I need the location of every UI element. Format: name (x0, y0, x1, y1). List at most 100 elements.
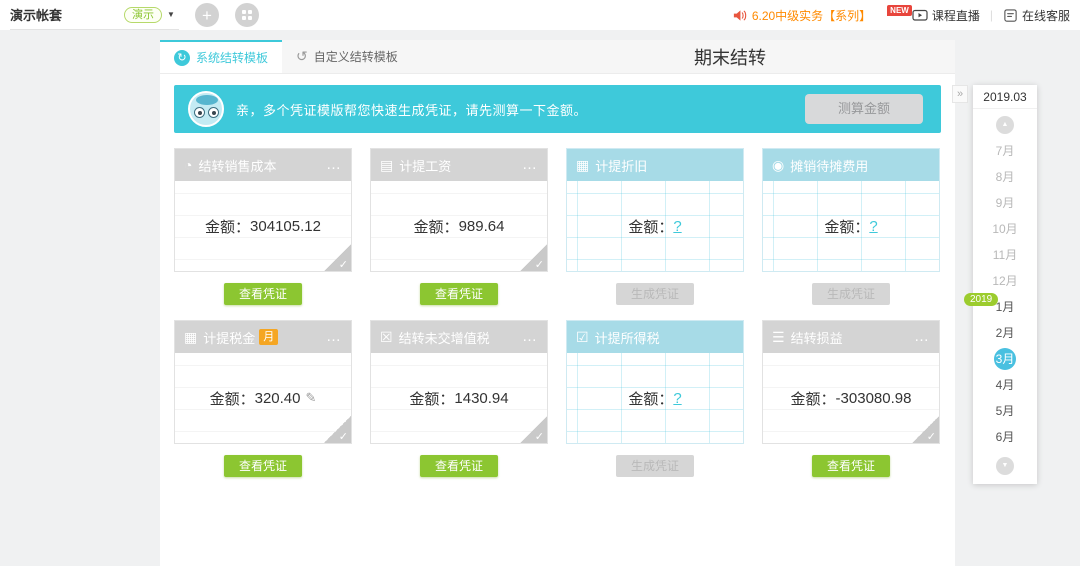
tab-system-template[interactable]: ↻ 系统结转模板 (160, 40, 282, 73)
amount-label: 金额： (628, 216, 673, 237)
online-support-link[interactable]: 在线客服 (1022, 7, 1070, 24)
month-item[interactable]: 10月 (973, 216, 1037, 242)
view-voucher-button[interactable]: 查看凭证 (420, 283, 498, 305)
card-title: 计提所得税 (595, 328, 660, 347)
card-body: 金额： 304105.12 ✓ (175, 181, 351, 271)
card-header: ◉ 摊销待摊费用 (763, 149, 939, 181)
year-badge: 2019 (964, 293, 998, 306)
amount-label: 金额： (628, 388, 673, 409)
scroll-up-button[interactable]: ▲ (996, 116, 1014, 134)
view-voucher-button[interactable]: 查看凭证 (812, 455, 890, 477)
scroll-down-button[interactable]: ▼ (996, 457, 1014, 475)
view-voucher-button[interactable]: 查看凭证 (420, 455, 498, 477)
card-header: ▦ 计提税金 月 … (175, 321, 351, 353)
card-more-button[interactable]: … (326, 160, 342, 170)
calculate-amount-button[interactable]: 测算金额 (805, 94, 923, 124)
card-more-button[interactable]: … (522, 332, 538, 342)
month-badge: 月 (259, 329, 278, 345)
card-more-button[interactable]: … (326, 332, 342, 342)
card-title: 结转销售成本 (198, 156, 276, 175)
support-book-icon (1003, 8, 1018, 23)
hint-banner: 亲，多个凭证模版帮您快速生成凭证，请先测算一下金额。 测算金额 (174, 85, 941, 133)
card-title: 摊销待摊费用 (790, 156, 868, 175)
topbar-right: 6.20中级实务【系列】 NEW 课程直播 | 在线客服 (732, 7, 1070, 24)
card-more-button[interactable]: … (914, 332, 930, 342)
card-carryover-unpaid-vat: ☒ 结转未交增值税 … 金额： 1430.94 ✓ 查看凭证 (370, 320, 548, 477)
month-item[interactable]: 4月 (973, 372, 1037, 398)
card-header: ☒ 结转未交增值税 … (371, 321, 547, 353)
live-course-link[interactable]: 课程直播 (932, 7, 980, 24)
card-title: 结转未交增值税 (399, 328, 490, 347)
tab-label: 自定义结转模板 (314, 48, 398, 65)
edit-pencil-icon[interactable]: ✎ (306, 390, 317, 406)
amount-label: 金额： (210, 388, 255, 409)
profit-icon: ☰ (772, 330, 785, 344)
amount-label: 金额： (205, 216, 250, 237)
card-carryover-sales-cost: ◔ 结转销售成本 … 金额： 304105.12 ✓ 查看凭证 (174, 148, 352, 305)
banner-message: 亲，多个凭证模版帮您快速生成凭证，请先测算一下金额。 (236, 100, 587, 119)
tax-table-icon: ▦ (184, 330, 197, 344)
card-accrue-tax: ▦ 计提税金 月 … 金额： 320.40 ✎ ✓ 查看凭证 (174, 320, 352, 477)
calendar-collapse-button[interactable]: » (952, 85, 968, 103)
invoice-x-icon: ☒ (380, 330, 393, 344)
generate-voucher-button[interactable]: 生成凭证 (616, 455, 694, 477)
account-switcher[interactable]: 演示帐套 演示 ▼ (10, 1, 179, 30)
selected-check-icon: ✓ (520, 416, 547, 443)
card-header: ▤ 计提工资 … (371, 149, 547, 181)
amount-label: 金额： (409, 388, 454, 409)
card-header: ☑ 计提所得税 (567, 321, 743, 353)
amount-unknown-link[interactable]: ? (673, 218, 681, 235)
topbar: 演示帐套 演示 ▼ + 6.20中级实务【系列】 NEW 课程直播 | 在线客服 (0, 0, 1080, 30)
month-item[interactable]: 11月 (973, 242, 1037, 268)
speaker-icon (732, 8, 747, 23)
card-title: 计提折旧 (595, 156, 647, 175)
card-accrue-income-tax: ☑ 计提所得税 金额： ? 生成凭证 (566, 320, 744, 477)
amount-unknown-link[interactable]: ? (673, 390, 681, 407)
demo-badge: 演示 (124, 7, 162, 23)
month-item-selected[interactable]: 3月 (973, 346, 1037, 372)
tabbar: ↻ 系统结转模板 ↺ 自定义结转模板 期末结转 (160, 40, 955, 74)
promo-link[interactable]: 6.20中级实务【系列】 (752, 7, 871, 24)
amount-value: 304105.12 (250, 218, 321, 235)
amount-value: 989.64 (459, 218, 505, 235)
month-item[interactable]: 12月 (973, 268, 1037, 294)
amount-value: -303080.98 (836, 390, 912, 407)
month-item[interactable]: 8月 (973, 164, 1037, 190)
amount-label: 金额： (791, 388, 836, 409)
card-accrue-salary: ▤ 计提工资 … 金额： 989.64 ✓ 查看凭证 (370, 148, 548, 305)
main-panel: ↻ 系统结转模板 ↺ 自定义结转模板 期末结转 亲，多个凭证模版帮您快速生成凭证… (160, 40, 955, 566)
tab-custom-template[interactable]: ↺ 自定义结转模板 (282, 40, 412, 73)
generate-voucher-button[interactable]: 生成凭证 (616, 283, 694, 305)
selected-check-icon: ✓ (324, 244, 351, 271)
selected-check-icon: ✓ (912, 416, 939, 443)
selected-check-icon: ✓ (324, 416, 351, 443)
selected-check-icon: ✓ (520, 244, 547, 271)
generate-voucher-button[interactable]: 生成凭证 (812, 283, 890, 305)
month-item[interactable]: 9月 (973, 190, 1037, 216)
chevron-down-icon[interactable]: ▼ (167, 10, 175, 19)
month-item[interactable]: 6月 (973, 424, 1037, 450)
month-item[interactable]: 7月 (973, 138, 1037, 164)
video-icon (912, 7, 928, 23)
plus-icon: + (202, 7, 212, 24)
card-more-button[interactable]: … (522, 160, 538, 170)
add-button[interactable]: + (195, 3, 219, 27)
view-voucher-button[interactable]: 查看凭证 (224, 455, 302, 477)
card-title: 计提工资 (399, 156, 451, 175)
tab-label: 系统结转模板 (196, 49, 268, 66)
amount-unknown-link[interactable]: ? (869, 218, 877, 235)
amount-label: 金额： (824, 216, 869, 237)
clock-icon: ◔ (184, 158, 192, 172)
month-item[interactable]: 5月 (973, 398, 1037, 424)
card-body: 金额： 320.40 ✎ ✓ (175, 353, 351, 443)
card-title: 结转损益 (791, 328, 843, 347)
salary-icon: ▤ (380, 158, 393, 172)
card-carryover-profit-loss: ☰ 结转损益 … 金额： -303080.98 ✓ 查看凭证 (762, 320, 940, 477)
page-title: 期末结转 (450, 40, 1010, 74)
card-amortize-prepaid-expense: ◉ 摊销待摊费用 金额： ? 生成凭证 (762, 148, 940, 305)
card-body: 金额： ? (567, 353, 743, 443)
apps-button[interactable] (235, 3, 259, 27)
month-item[interactable]: 2月 (973, 320, 1037, 346)
view-voucher-button[interactable]: 查看凭证 (224, 283, 302, 305)
card-body: 金额： 1430.94 ✓ (371, 353, 547, 443)
